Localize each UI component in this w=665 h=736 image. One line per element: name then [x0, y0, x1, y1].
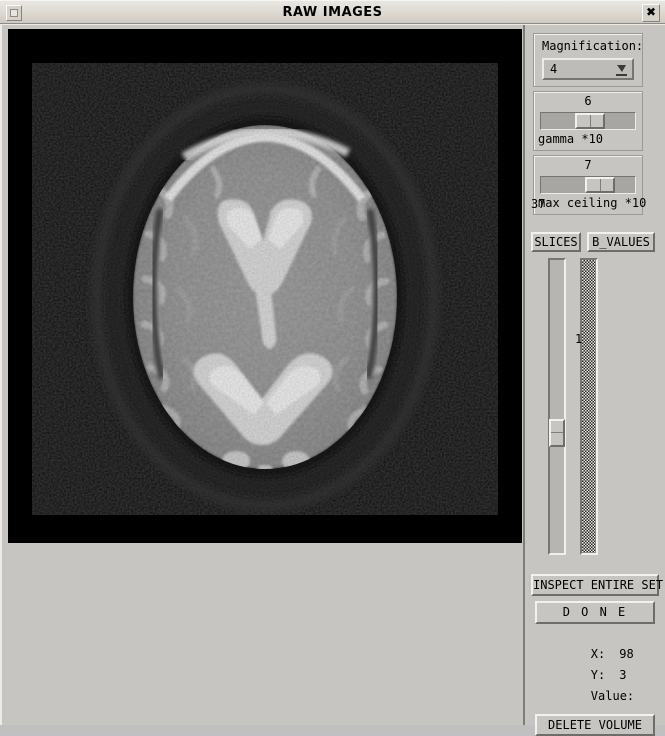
slices-value: 37: [531, 197, 546, 211]
panel-divider: [523, 25, 525, 725]
max-ceiling-slider-thumb[interactable]: [585, 177, 615, 193]
window-body: Magnification: 4 6 gamma *10 7 max ceili…: [0, 24, 665, 736]
magnification-label: Magnification:: [542, 39, 644, 53]
magnification-value: 4: [550, 62, 558, 76]
max-ceiling-slider-group: 7 max ceiling *10: [533, 155, 647, 215]
chevron-down-icon: [616, 65, 627, 76]
readout-value-label: Value:: [590, 689, 635, 703]
application-window: RAW IMAGES ✖ Magnification: 4 6 gamma *1…: [0, 0, 665, 736]
mri-image-canvas[interactable]: [8, 29, 522, 543]
close-icon[interactable]: ✖: [642, 4, 660, 22]
slices-scrollbar[interactable]: [548, 258, 566, 555]
magnification-group: Magnification: 4: [533, 33, 643, 87]
title-bar: RAW IMAGES ✖: [0, 0, 665, 24]
readout-value: Value:19: [533, 675, 665, 717]
b-values-value: 1: [575, 332, 583, 346]
max-ceiling-caption: max ceiling *10: [538, 196, 647, 210]
gamma-slider-group: 6 gamma *10: [533, 91, 643, 151]
max-ceiling-slider[interactable]: [540, 176, 636, 194]
inspect-entire-set-button[interactable]: INSPECT ENTIRE SET: [531, 574, 663, 596]
done-button[interactable]: D O N E: [535, 601, 655, 624]
gamma-slider[interactable]: [540, 112, 636, 130]
tab-slices[interactable]: SLICES: [531, 232, 581, 252]
delete-volume-button[interactable]: DELETE VOLUME: [535, 714, 655, 736]
control-panel: Magnification: 4 6 gamma *10 7 max ceili…: [529, 29, 665, 736]
slices-scrollbar-thumb[interactable]: [549, 419, 565, 447]
tab-b-values[interactable]: B_VALUES: [587, 232, 655, 252]
mri-slice-image: [8, 29, 522, 543]
gamma-value: 6: [584, 94, 592, 108]
gamma-slider-thumb[interactable]: [575, 113, 605, 129]
page-title: RAW IMAGES: [282, 5, 383, 20]
magnification-dropdown[interactable]: 4: [542, 58, 634, 80]
max-ceiling-value: 7: [584, 158, 592, 172]
b-values-scrollbar[interactable]: [580, 258, 598, 555]
gamma-caption: gamma *10: [538, 132, 604, 146]
